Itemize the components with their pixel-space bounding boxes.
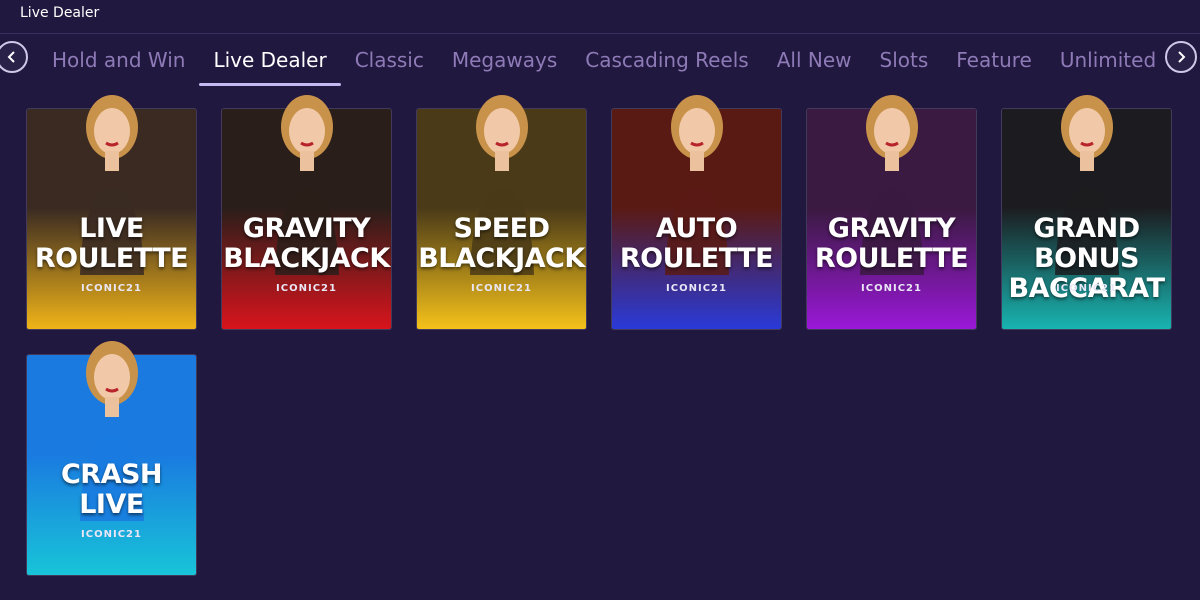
game-title-line2: BLACKJACK xyxy=(418,243,585,274)
chevron-right-icon xyxy=(1178,51,1186,63)
game-card[interactable]: CRASH LIVE ICONIC21 xyxy=(26,341,197,576)
provider-label: ICONIC21 xyxy=(861,283,922,294)
tab-feature[interactable]: Feature xyxy=(942,36,1046,86)
game-title-line2: ROULETTE xyxy=(814,243,969,274)
game-title-line2: ROULETTE xyxy=(34,243,189,274)
scroll-left-button[interactable] xyxy=(0,41,28,73)
scroll-right-button[interactable] xyxy=(1165,41,1197,73)
game-card[interactable]: SPEED BLACKJACK ICONIC21 xyxy=(416,95,587,330)
game-title: LIVE ROULETTE xyxy=(26,214,197,274)
game-title-line1: AUTO xyxy=(655,213,738,244)
game-card[interactable]: AUTO ROULETTE ICONIC21 xyxy=(611,95,782,330)
game-card[interactable]: GRAVITY ROULETTE ICONIC21 xyxy=(806,95,977,330)
game-title-line1: CRASH xyxy=(60,459,163,490)
tab-live-dealer[interactable]: Live Dealer xyxy=(199,36,341,86)
tab-unlimited-play[interactable]: Unlimited Play xyxy=(1046,36,1162,86)
game-title: GRAVITY ROULETTE xyxy=(806,214,977,274)
game-title-line2: LIVE xyxy=(79,489,144,520)
game-title-line1: GRAVITY xyxy=(242,213,371,244)
game-title-line1: SPEED xyxy=(453,213,550,244)
game-title: GRAVITY BLACKJACK xyxy=(221,214,392,274)
game-card[interactable]: LIVE ROULETTE ICONIC21 xyxy=(26,95,197,330)
game-title-line1: GRAVITY xyxy=(827,213,956,244)
tab-all-new[interactable]: All New xyxy=(763,36,866,86)
provider-label: ICONIC21 xyxy=(471,283,532,294)
provider-label: ICONIC21 xyxy=(1056,283,1117,294)
game-title: AUTO ROULETTE xyxy=(611,214,782,274)
provider-label: ICONIC21 xyxy=(666,283,727,294)
tab-megaways[interactable]: Megaways xyxy=(438,36,571,86)
category-tabs: Hold and Win Live Dealer Classic Megaways Ca… xyxy=(38,36,1162,88)
game-title-line1: GRAND BONUS xyxy=(1033,213,1140,274)
game-title: SPEED BLACKJACK xyxy=(416,214,587,274)
tab-slots[interactable]: Slots xyxy=(866,36,943,86)
game-title-line2: ROULETTE xyxy=(619,243,774,274)
game-card[interactable]: GRAVITY BLACKJACK ICONIC21 xyxy=(221,95,392,330)
tab-classic[interactable]: Classic xyxy=(341,36,438,86)
tab-cascading-reels[interactable]: Cascading Reels xyxy=(571,36,762,86)
tab-hold-and-win[interactable]: Hold and Win xyxy=(38,36,199,86)
game-title: CRASH LIVE xyxy=(26,460,197,520)
provider-label: ICONIC21 xyxy=(276,283,337,294)
game-title-line1: LIVE xyxy=(79,213,144,244)
game-title-line2: BLACKJACK xyxy=(223,243,390,274)
provider-label: ICONIC21 xyxy=(81,529,142,540)
top-bar: Live Dealer xyxy=(0,0,1200,34)
game-card[interactable]: GRAND BONUS BACCARAT ICONIC21 xyxy=(1001,95,1172,330)
page-title: Live Dealer xyxy=(20,5,100,21)
provider-label: ICONIC21 xyxy=(81,283,142,294)
chevron-left-icon xyxy=(7,51,15,63)
